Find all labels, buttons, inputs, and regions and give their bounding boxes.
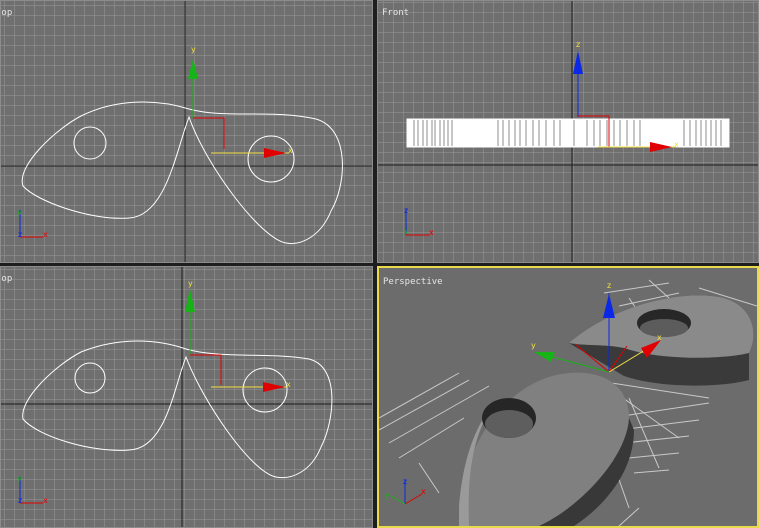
tripod-y-label: y xyxy=(404,226,409,235)
gizmo-y-arrow[interactable] xyxy=(185,289,195,312)
spline-hole-right[interactable] xyxy=(247,135,295,183)
viewport-bottom-left[interactable]: Top y x y z x xyxy=(0,266,373,528)
tripod-z-label: z xyxy=(18,230,22,239)
viewport-bottom-left-scene: y x y z x xyxy=(1,267,372,527)
gizmo-y-label: y xyxy=(188,279,193,288)
viewport-front[interactable]: Front z x z y x xyxy=(377,0,759,263)
tripod-z-label: z xyxy=(403,477,407,486)
gizmo-z-arrow[interactable] xyxy=(603,294,615,318)
gizmo-x-label: x xyxy=(657,333,662,342)
viewport-label-perspective[interactable]: Perspective xyxy=(383,277,443,287)
gizmo-x-arrow[interactable] xyxy=(263,382,285,392)
gizmo-z-arrow[interactable] xyxy=(573,51,583,74)
viewport-label-top[interactable]: Top xyxy=(1,8,12,18)
gizmo-x-label: x xyxy=(288,146,293,155)
tripod-x-label: x xyxy=(43,496,48,505)
gizmo-xy-plane-handle[interactable] xyxy=(190,354,222,385)
spline-shape-outline[interactable] xyxy=(21,101,343,245)
viewport-label-front[interactable]: Front xyxy=(382,8,409,18)
axis-tripod-icon: y z x xyxy=(17,208,48,239)
viewport-top[interactable]: Top y x y z x xyxy=(0,0,373,263)
tripod-x-label: x xyxy=(43,230,48,239)
tripod-y-label: y xyxy=(385,491,390,500)
axis-tripod-icon: y z x xyxy=(17,474,48,505)
tripod-y-label: y xyxy=(17,474,22,483)
tripod-x-label: x xyxy=(421,487,426,496)
viewport-perspective[interactable]: Perspective z y x z y x xyxy=(377,266,759,528)
tripod-y-label: y xyxy=(17,208,22,217)
gizmo-x-label: x xyxy=(286,380,291,389)
gizmo-y-label: y xyxy=(531,341,536,350)
spline-hole-left[interactable] xyxy=(73,126,107,160)
gizmo-z-label: z xyxy=(576,40,580,49)
tripod-z-label: z xyxy=(18,496,22,505)
tripod-z-label: z xyxy=(404,206,408,215)
gizmo-y-label: y xyxy=(191,45,196,54)
viewport-layout: Top y x y z x xyxy=(0,0,759,528)
spline-shape-outline[interactable] xyxy=(22,340,333,479)
axis-tripod-icon: z y x xyxy=(385,477,426,505)
spline-hole-left[interactable] xyxy=(74,362,106,394)
gizmo-y-arrow[interactable] xyxy=(188,59,198,79)
viewport-perspective-scene: z y x z y x xyxy=(379,279,757,526)
tripod-x-label: x xyxy=(429,228,434,237)
viewport-label-bottom-left[interactable]: Top xyxy=(1,274,12,284)
move-gizmo[interactable]: y x xyxy=(188,45,293,158)
gizmo-x-arrow[interactable] xyxy=(264,148,286,158)
axis-tripod-icon: z y x xyxy=(404,206,434,237)
gizmo-z-label: z xyxy=(607,281,611,290)
move-gizmo[interactable]: y x xyxy=(185,279,291,392)
extruded-shape-side-wireframe[interactable] xyxy=(406,118,730,148)
gizmo-x-label: x xyxy=(674,140,679,149)
viewport-front-scene: z x z y x xyxy=(378,1,758,262)
viewport-top-scene: y x y z x xyxy=(1,1,372,262)
gizmo-y-arrow[interactable] xyxy=(534,352,555,362)
extruded-shape-front[interactable] xyxy=(459,372,634,526)
gizmo-xy-plane-handle[interactable] xyxy=(193,117,225,149)
